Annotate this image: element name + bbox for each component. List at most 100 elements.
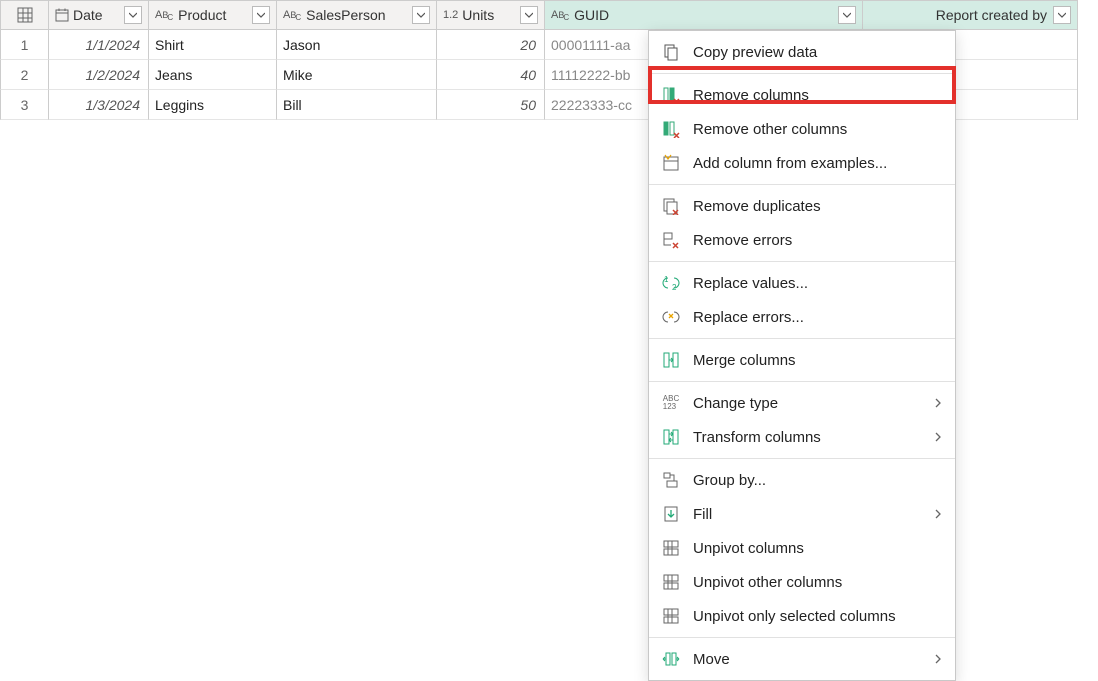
group-by-icon (661, 470, 681, 490)
text-type-icon: ABC (283, 10, 302, 21)
menu-copy-preview-data[interactable]: Copy preview data (649, 35, 955, 69)
change-type-icon: ABC123 (661, 393, 681, 413)
menu-label: Change type (693, 395, 921, 412)
menu-label: Remove duplicates (693, 198, 943, 215)
cell-salesperson[interactable]: Jason (276, 30, 436, 60)
menu-move[interactable]: Move (649, 642, 955, 676)
cell-date[interactable]: 1/3/2024 (48, 90, 148, 120)
menu-separator (649, 261, 955, 262)
cell-salesperson[interactable]: Bill (276, 90, 436, 120)
table-corner[interactable] (0, 0, 48, 30)
menu-transform-columns[interactable]: Transform columns (649, 420, 955, 454)
filter-dropdown[interactable] (520, 6, 538, 24)
menu-add-column-from-examples[interactable]: Add column from examples... (649, 146, 955, 180)
menu-label: Transform columns (693, 429, 921, 446)
menu-label: Copy preview data (693, 44, 943, 61)
replace-values-icon: 12 (661, 273, 681, 293)
cell-units[interactable]: 50 (436, 90, 544, 120)
col-header-salesperson[interactable]: ABC SalesPerson (276, 0, 436, 30)
menu-unpivot-selected-columns[interactable]: Unpivot only selected columns (649, 599, 955, 633)
row-index: 2 (0, 60, 48, 90)
filter-dropdown[interactable] (124, 6, 142, 24)
cell-date[interactable]: 1/1/2024 (48, 30, 148, 60)
fill-icon (661, 504, 681, 524)
replace-errors-icon (661, 307, 681, 327)
remove-columns-icon (661, 85, 681, 105)
cell-units[interactable]: 20 (436, 30, 544, 60)
filter-dropdown[interactable] (1053, 6, 1071, 24)
filter-dropdown[interactable] (838, 6, 856, 24)
menu-separator (649, 338, 955, 339)
menu-label: Fill (693, 506, 921, 523)
calendar-icon (55, 8, 69, 22)
table-header-row: Date ABC Product ABC SalesPerson (0, 0, 1077, 30)
filter-dropdown[interactable] (412, 6, 430, 24)
text-type-icon: ABC (155, 10, 174, 21)
copy-icon (661, 42, 681, 62)
unpivot-icon (661, 538, 681, 558)
col-label: GUID (574, 7, 609, 23)
col-label: SalesPerson (306, 7, 385, 23)
chevron-right-icon (933, 651, 943, 667)
move-icon (661, 649, 681, 669)
cell-salesperson[interactable]: Mike (276, 60, 436, 90)
text-type-icon: ABC (551, 10, 570, 21)
context-menu: Copy preview data Remove columns Remove … (648, 30, 956, 681)
menu-label: Replace values... (693, 275, 943, 292)
menu-label: Replace errors... (693, 309, 943, 326)
col-label: Product (178, 7, 226, 23)
chevron-right-icon (933, 395, 943, 411)
remove-other-columns-icon (661, 119, 681, 139)
menu-separator (649, 381, 955, 382)
menu-remove-columns[interactable]: Remove columns (649, 78, 955, 112)
col-label: Units (462, 7, 494, 23)
col-label: Date (73, 7, 103, 23)
chevron-right-icon (933, 429, 943, 445)
menu-separator (649, 73, 955, 74)
cell-product[interactable]: Leggins (148, 90, 276, 120)
menu-replace-values[interactable]: 12 Replace values... (649, 266, 955, 300)
col-header-date[interactable]: Date (48, 0, 148, 30)
chevron-right-icon (933, 506, 943, 522)
menu-unpivot-columns[interactable]: Unpivot columns (649, 531, 955, 565)
menu-separator (649, 637, 955, 638)
filter-dropdown[interactable] (252, 6, 270, 24)
menu-label: Move (693, 651, 921, 668)
menu-separator (649, 458, 955, 459)
menu-label: Unpivot only selected columns (693, 608, 943, 625)
menu-label: Group by... (693, 472, 943, 489)
menu-change-type[interactable]: ABC123 Change type (649, 386, 955, 420)
cell-product[interactable]: Jeans (148, 60, 276, 90)
add-column-icon (661, 153, 681, 173)
menu-remove-other-columns[interactable]: Remove other columns (649, 112, 955, 146)
menu-fill[interactable]: Fill (649, 497, 955, 531)
merge-columns-icon (661, 350, 681, 370)
col-header-report-created-by[interactable]: Report created by (862, 0, 1077, 30)
menu-label: Unpivot columns (693, 540, 943, 557)
row-index: 1 (0, 30, 48, 60)
unpivot-selected-icon (661, 606, 681, 626)
menu-label: Unpivot other columns (693, 574, 943, 591)
col-header-product[interactable]: ABC Product (148, 0, 276, 30)
remove-duplicates-icon (661, 196, 681, 216)
table-icon (17, 7, 33, 23)
menu-label: Remove errors (693, 232, 943, 249)
row-index: 3 (0, 90, 48, 120)
menu-separator (649, 184, 955, 185)
menu-unpivot-other-columns[interactable]: Unpivot other columns (649, 565, 955, 599)
remove-errors-icon (661, 230, 681, 250)
cell-date[interactable]: 1/2/2024 (48, 60, 148, 90)
menu-remove-errors[interactable]: Remove errors (649, 223, 955, 257)
menu-replace-errors[interactable]: Replace errors... (649, 300, 955, 334)
menu-label: Merge columns (693, 352, 943, 369)
col-header-guid[interactable]: ABC GUID (544, 0, 862, 30)
menu-remove-duplicates[interactable]: Remove duplicates (649, 189, 955, 223)
transform-columns-icon (661, 427, 681, 447)
cell-product[interactable]: Shirt (148, 30, 276, 60)
col-header-units[interactable]: 1.2 Units (436, 0, 544, 30)
number-type-icon: 1.2 (443, 10, 458, 21)
menu-merge-columns[interactable]: Merge columns (649, 343, 955, 377)
col-label: Report created by (936, 7, 1047, 23)
cell-units[interactable]: 40 (436, 60, 544, 90)
menu-group-by[interactable]: Group by... (649, 463, 955, 497)
